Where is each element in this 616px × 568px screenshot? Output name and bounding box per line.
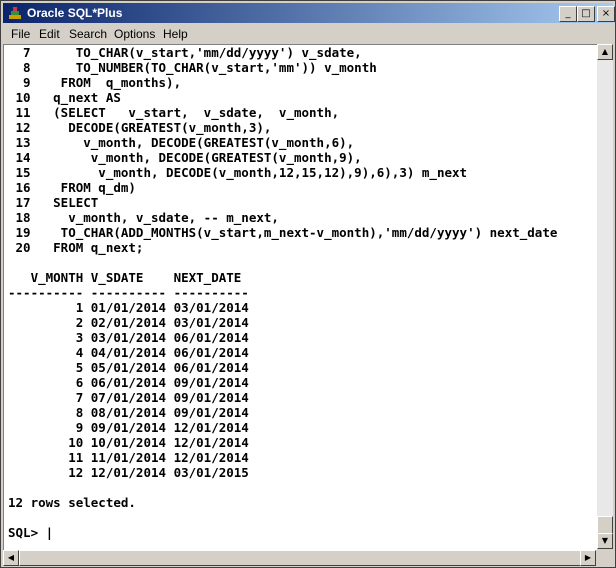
horizontal-scroll-thumb[interactable] bbox=[19, 550, 582, 566]
console-output[interactable]: 7 TO_CHAR(v_start,'mm/dd/yyyy') v_sdate,… bbox=[3, 44, 597, 550]
console-line: 8 08/01/2014 09/01/2014 bbox=[8, 405, 249, 420]
console-line: 1 01/01/2014 03/01/2014 bbox=[8, 300, 249, 315]
title-bar[interactable]: Oracle SQL*Plus _ □ × bbox=[3, 3, 615, 23]
console-line: 4 04/01/2014 06/01/2014 bbox=[8, 345, 249, 360]
console-line: 6 06/01/2014 09/01/2014 bbox=[8, 375, 249, 390]
console-line: 12 rows selected. bbox=[8, 495, 136, 510]
minimize-button[interactable]: _ bbox=[559, 6, 577, 22]
close-button[interactable]: × bbox=[597, 6, 615, 22]
menu-search[interactable]: Search bbox=[69, 27, 107, 41]
menu-edit[interactable]: Edit bbox=[39, 27, 60, 41]
console-line: 14 v_month, DECODE(GREATEST(v_month,9), bbox=[8, 150, 362, 165]
scroll-right-button[interactable]: ▶ bbox=[580, 550, 596, 566]
console-line: 11 (SELECT v_start, v_sdate, v_month, bbox=[8, 105, 340, 120]
vertical-scroll-thumb[interactable] bbox=[597, 516, 613, 534]
maximize-button[interactable]: □ bbox=[577, 6, 595, 22]
console-line: 19 TO_CHAR(ADD_MONTHS(v_start,m_next-v_m… bbox=[8, 225, 558, 240]
console-line: V_MONTH V_SDATE NEXT_DATE bbox=[8, 270, 242, 285]
console-line: 13 v_month, DECODE(GREATEST(v_month,6), bbox=[8, 135, 355, 150]
scrollbar-corner bbox=[597, 550, 613, 566]
vertical-scrollbar[interactable]: ▲ ▼ bbox=[597, 44, 613, 549]
menu-bar: File Edit Search Options Help bbox=[3, 24, 613, 43]
console-line: 16 FROM q_dm) bbox=[8, 180, 136, 195]
console-line: 11 11/01/2014 12/01/2014 bbox=[8, 450, 249, 465]
console-line: 17 SELECT bbox=[8, 195, 99, 210]
menu-help[interactable]: Help bbox=[163, 27, 188, 41]
console-line: 7 07/01/2014 09/01/2014 bbox=[8, 390, 249, 405]
menu-file[interactable]: File bbox=[11, 27, 30, 41]
window-title: Oracle SQL*Plus bbox=[27, 6, 123, 20]
sqlplus-app-icon bbox=[9, 7, 21, 19]
scroll-left-button[interactable]: ◀ bbox=[3, 550, 19, 566]
console-line: 10 q_next AS bbox=[8, 90, 121, 105]
scroll-down-button[interactable]: ▼ bbox=[597, 533, 613, 549]
console-line: 12 DECODE(GREATEST(v_month,3), bbox=[8, 120, 272, 135]
console-line: 2 02/01/2014 03/01/2014 bbox=[8, 315, 249, 330]
menu-options[interactable]: Options bbox=[114, 27, 155, 41]
console-line: 20 FROM q_next; bbox=[8, 240, 144, 255]
console-line: 18 v_month, v_sdate, -- m_next, bbox=[8, 210, 279, 225]
console-line: 15 v_month, DECODE(v_month,12,15,12),9),… bbox=[8, 165, 468, 180]
console-line: ---------- ---------- ---------- bbox=[8, 285, 249, 300]
console-line: 10 10/01/2014 12/01/2014 bbox=[8, 435, 249, 450]
horizontal-scrollbar[interactable]: ◀ ▶ bbox=[3, 550, 596, 566]
console-line: 9 FROM q_months), bbox=[8, 75, 182, 90]
console-line: 5 05/01/2014 06/01/2014 bbox=[8, 360, 249, 375]
console-line: 3 03/01/2014 06/01/2014 bbox=[8, 330, 249, 345]
console-line: 9 09/01/2014 12/01/2014 bbox=[8, 420, 249, 435]
console-line: 7 TO_CHAR(v_start,'mm/dd/yyyy') v_sdate, bbox=[8, 45, 362, 60]
console-line: SQL> | bbox=[8, 525, 54, 540]
console-line: 12 12/01/2014 03/01/2015 bbox=[8, 465, 249, 480]
scroll-up-button[interactable]: ▲ bbox=[597, 44, 613, 60]
sqlplus-window: Oracle SQL*Plus _ □ × File Edit Search O… bbox=[0, 0, 616, 568]
console-line: 8 TO_NUMBER(TO_CHAR(v_start,'mm')) v_mon… bbox=[8, 60, 377, 75]
console-text: 7 TO_CHAR(v_start,'mm/dd/yyyy') v_sdate,… bbox=[8, 45, 557, 540]
